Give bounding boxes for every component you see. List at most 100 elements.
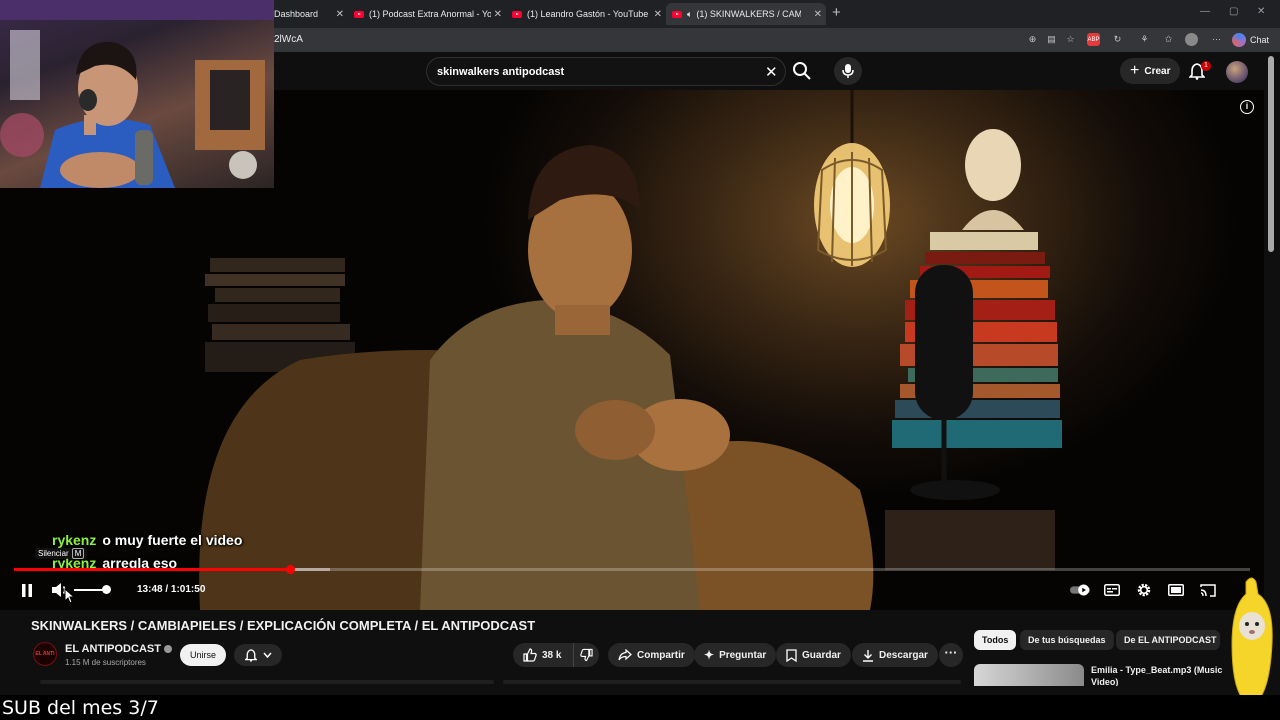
share-label: Compartir bbox=[637, 649, 685, 661]
chat-message: rykenz o muy fuerte el video bbox=[52, 532, 242, 548]
tab-label: (1) Leandro Gastón - YouTube bbox=[527, 9, 649, 19]
like-button[interactable]: 38 k bbox=[513, 643, 573, 667]
banana-cat-sticker bbox=[1231, 577, 1273, 699]
translate-icon[interactable]: ⊕ bbox=[1026, 33, 1039, 46]
close-icon[interactable]: ✕ bbox=[654, 9, 662, 20]
volume-handle[interactable] bbox=[102, 585, 111, 594]
create-label: Crear bbox=[1144, 65, 1171, 77]
save-label: Guardar bbox=[802, 649, 841, 661]
sparkle-icon: ✦ bbox=[704, 648, 715, 662]
tab-leandro-gaston[interactable]: (1) Leandro Gastón - YouTube ✕ bbox=[506, 3, 666, 25]
dislike-button[interactable] bbox=[573, 643, 599, 667]
settings-gear-icon[interactable] bbox=[1134, 580, 1154, 600]
channel-logo-text: EL ANTI bbox=[35, 651, 55, 657]
video-title: SKINWALKERS / CAMBIAPIELES / EXPLICACIÓN… bbox=[31, 618, 536, 633]
subscriber-count: 1.15 M de suscriptores bbox=[65, 658, 146, 667]
chip-de-el-antipodcast[interactable]: De EL ANTIPODCAST bbox=[1116, 630, 1220, 650]
verified-icon bbox=[163, 645, 172, 654]
bell-icon bbox=[244, 648, 257, 662]
progress-bar[interactable] bbox=[14, 565, 1250, 574]
like-count: 38 k bbox=[542, 649, 562, 661]
profile-icon[interactable] bbox=[1185, 33, 1198, 46]
stream-footer-bar bbox=[0, 695, 1280, 720]
tooltip-label: Silenciar bbox=[38, 549, 69, 558]
refresh-extension-icon[interactable]: ↻ bbox=[1111, 33, 1124, 46]
close-icon[interactable]: ✕ bbox=[814, 9, 822, 20]
related-video-thumbnail[interactable] bbox=[974, 664, 1084, 686]
description-placeholder bbox=[503, 680, 961, 684]
youtube-icon bbox=[512, 10, 522, 18]
close-icon[interactable]: ✕ bbox=[494, 9, 502, 20]
theater-mode-icon[interactable] bbox=[1166, 580, 1186, 600]
download-label: Descargar bbox=[879, 649, 928, 661]
tab-dashboard[interactable]: Dashboard ✕ bbox=[268, 3, 348, 25]
subscription-bell-button[interactable] bbox=[234, 644, 282, 666]
chat-label: Chat bbox=[1250, 35, 1270, 45]
webcam-scene bbox=[0, 0, 274, 188]
url-field[interactable]: 2lWcA bbox=[274, 34, 303, 45]
search-icon[interactable] bbox=[792, 61, 812, 86]
channel-avatar[interactable]: EL ANTI bbox=[33, 642, 57, 666]
plus-icon: + bbox=[1130, 62, 1140, 79]
minimize-icon[interactable]: — bbox=[1200, 6, 1210, 17]
related-video-title[interactable]: Emilia - Type_Beat.mp3 (Music Video) bbox=[1091, 664, 1225, 686]
search-input[interactable]: skinwalkers antipodcast bbox=[437, 66, 564, 78]
install-app-icon[interactable]: ▤ bbox=[1045, 33, 1058, 46]
tab-skinwalkers[interactable]: 🔈︎ (1) SKINWALKERS / CAMBIAP ✕ bbox=[666, 3, 826, 25]
bookmark-icon bbox=[786, 648, 797, 662]
clear-search-icon[interactable]: ✕ bbox=[765, 63, 778, 81]
channel-name[interactable]: EL ANTIPODCAST bbox=[65, 643, 172, 655]
chevron-down-icon bbox=[262, 652, 272, 658]
youtube-icon bbox=[672, 10, 682, 18]
join-button[interactable]: Unirse bbox=[180, 644, 227, 666]
thumbs-down-icon bbox=[580, 648, 593, 662]
maximize-icon[interactable]: ▢ bbox=[1229, 6, 1238, 17]
tab-podcast-extra-anormal[interactable]: (1) Podcast Extra Anormal - YouTu ✕ bbox=[348, 3, 506, 25]
chip-todos[interactable]: Todos bbox=[974, 630, 1017, 650]
more-actions-button[interactable]: ··· bbox=[939, 643, 963, 667]
adblock-icon[interactable]: ABP bbox=[1087, 33, 1100, 46]
time-display: 13:48 / 1:01:50 bbox=[137, 584, 206, 595]
favorites-icon[interactable]: ✩ bbox=[1162, 33, 1175, 46]
ask-button[interactable]: ✦ Preguntar bbox=[694, 643, 777, 667]
copilot-icon bbox=[1232, 33, 1246, 47]
chat-username: rykenz bbox=[52, 532, 97, 548]
search-box[interactable]: skinwalkers antipodcast ✕ bbox=[426, 57, 786, 86]
page-scrollbar[interactable] bbox=[1268, 56, 1274, 252]
youtube-icon bbox=[354, 10, 364, 18]
chip-de-tus-busquedas[interactable]: De tus búsquedas bbox=[1020, 630, 1114, 650]
create-button[interactable]: + Crear bbox=[1120, 58, 1181, 84]
avatar[interactable] bbox=[1226, 61, 1248, 83]
channel-name-text: EL ANTIPODCAST bbox=[65, 643, 161, 655]
mute-tooltip: Silenciar M bbox=[35, 548, 88, 559]
share-icon bbox=[618, 649, 632, 661]
menu-icon[interactable]: ⋯ bbox=[1210, 33, 1223, 46]
mouse-cursor-icon bbox=[64, 588, 76, 604]
download-button[interactable]: Descargar bbox=[852, 643, 938, 667]
subtitles-icon[interactable] bbox=[1102, 580, 1122, 600]
streamer-webcam bbox=[0, 0, 274, 188]
window-close-icon[interactable]: ✕ bbox=[1257, 6, 1265, 17]
progress-played bbox=[14, 568, 290, 571]
tab-label: (1) SKINWALKERS / CAMBIAP bbox=[696, 9, 802, 19]
notification-badge: 1 bbox=[1201, 61, 1211, 71]
autoplay-toggle-icon[interactable] bbox=[1070, 580, 1090, 600]
extension-icon[interactable]: ⚘ bbox=[1138, 33, 1151, 46]
sub-of-month-label: SUB del mes 3/7 bbox=[2, 697, 159, 719]
scrubber-handle[interactable] bbox=[285, 565, 295, 574]
cast-icon[interactable] bbox=[1198, 580, 1218, 600]
share-button[interactable]: Compartir bbox=[608, 643, 695, 667]
chat-button[interactable]: Chat bbox=[1232, 32, 1269, 48]
info-icon[interactable]: i bbox=[1240, 100, 1254, 114]
ask-label: Preguntar bbox=[719, 649, 767, 661]
speaker-icon: 🔈︎ bbox=[687, 8, 693, 19]
bookmark-star-icon[interactable]: ☆ bbox=[1064, 33, 1077, 46]
save-button[interactable]: Guardar bbox=[776, 643, 851, 667]
tab-label: (1) Podcast Extra Anormal - YouTu bbox=[369, 9, 491, 19]
close-icon[interactable]: ✕ bbox=[336, 9, 344, 20]
new-tab-button[interactable]: + bbox=[832, 4, 841, 21]
microphone-icon[interactable] bbox=[834, 57, 862, 85]
download-icon bbox=[863, 649, 873, 662]
pause-icon[interactable] bbox=[17, 580, 37, 600]
description-placeholder bbox=[40, 680, 494, 684]
